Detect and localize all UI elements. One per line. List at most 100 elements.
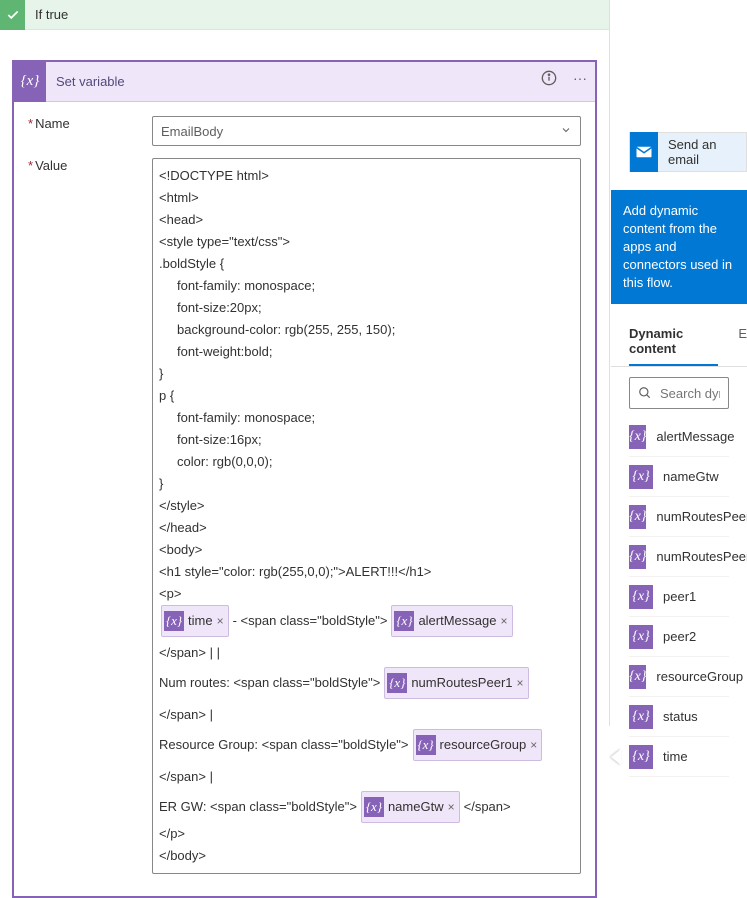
code-line: background-color: rgb(255, 255, 150); [159, 319, 574, 341]
dc-item-resourceGroup[interactable]: {x}resourceGroup [629, 657, 729, 697]
value-row: *Value <!DOCTYPE html> <html> <head> <st… [28, 158, 581, 874]
dc-item-numRoutesPeer2[interactable]: {x}numRoutesPeer2 [629, 537, 729, 577]
fx-icon: {x} [629, 705, 653, 729]
code-line: <p> [159, 583, 574, 605]
dynamic-content-list: {x}alertMessage {x} nameGtw {x}numRoutesP… [629, 417, 729, 777]
name-select-value: EmailBody [161, 124, 223, 139]
name-label-text: Name [35, 116, 70, 131]
token-nameGtw[interactable]: {x}nameGtw× [361, 791, 460, 823]
remove-token-icon[interactable]: × [530, 731, 537, 759]
set-variable-card: {x} Set variable ··· *Name EmailBody [12, 60, 597, 898]
value-label: *Value [28, 158, 152, 173]
text-fragment: Num routes: <span class="boldStyle"> [159, 669, 380, 697]
code-line: <h1 style="color: rgb(255,0,0);">ALERT!!… [159, 561, 574, 583]
text-fragment: </span> | [159, 701, 213, 729]
dc-item-nameGtw[interactable]: {x} nameGtw [629, 457, 729, 497]
token-label: alertMessage [418, 607, 496, 635]
dc-item-numRoutesPeer1[interactable]: {x}numRoutesPeer1 [629, 497, 729, 537]
dc-item-peer1[interactable]: {x} peer1 [629, 577, 729, 617]
search-dynamic-content[interactable] [629, 377, 729, 409]
fx-icon: {x} [629, 665, 646, 689]
card-body: *Name EmailBody *Value <!DOCTYPE html> < [14, 102, 595, 896]
tab-expression[interactable]: E [738, 316, 747, 366]
text-fragment: - <span class="boldStyle"> [233, 607, 388, 635]
main-pane: If true {x} Set variable ··· *Name Email… [0, 0, 610, 726]
dc-item-alertMessage[interactable]: {x}alertMessage [629, 417, 729, 457]
tabs: Dynamic content E [611, 316, 747, 367]
token-label: nameGtw [388, 793, 444, 821]
fx-icon: {x} [629, 745, 653, 769]
remove-token-icon[interactable]: × [500, 607, 507, 635]
check-icon [0, 0, 25, 30]
code-line: font-family: monospace; [159, 275, 574, 297]
send-email-card[interactable]: Send an email [629, 132, 747, 172]
code-line: </style> [159, 495, 574, 517]
code-line: <body> [159, 539, 574, 561]
token-label: resourceGroup [440, 731, 527, 759]
dc-item-time[interactable]: {x}time [629, 737, 729, 777]
dc-item-label: numRoutesPeer1 [656, 509, 747, 524]
fx-icon: {x} [629, 505, 646, 529]
fx-icon: {x} [629, 425, 646, 449]
fx-icon: {x} [14, 62, 46, 102]
dynamic-content-banner: Add dynamic content from the apps and co… [611, 190, 747, 304]
code-line: Resource Group: <span class="boldStyle">… [159, 729, 574, 791]
code-line: color: rgb(0,0,0); [159, 451, 574, 473]
more-icon[interactable]: ··· [573, 70, 587, 89]
dc-item-label: peer1 [663, 589, 696, 604]
chevron-down-icon [560, 124, 572, 139]
token-label: numRoutesPeer1 [411, 669, 512, 697]
dc-item-label: peer2 [663, 629, 696, 644]
token-numRoutesPeer1[interactable]: {x}numRoutesPeer1× [384, 667, 528, 699]
code-line: <!DOCTYPE html> [159, 165, 574, 187]
outlook-icon [630, 132, 658, 172]
code-line: <head> [159, 209, 574, 231]
fx-icon: {x} [387, 673, 407, 693]
dc-item-label: alertMessage [656, 429, 734, 444]
dc-item-peer2[interactable]: {x}peer2 [629, 617, 729, 657]
fx-icon: {x} [629, 585, 653, 609]
search-icon [638, 386, 652, 400]
dc-item-label: nameGtw [663, 469, 719, 484]
card-header[interactable]: {x} Set variable ··· [14, 62, 595, 102]
code-line: ER GW: <span class="boldStyle"> {x}nameG… [159, 791, 574, 823]
fx-icon: {x} [394, 611, 414, 631]
code-line: </p> [159, 823, 574, 845]
text-fragment: Resource Group: <span class="boldStyle"> [159, 731, 409, 759]
code-line: font-size:16px; [159, 429, 574, 451]
code-line: </body> [159, 845, 574, 867]
search-input[interactable] [660, 386, 720, 401]
fx-icon: {x} [164, 611, 184, 631]
card-title: Set variable [46, 74, 125, 89]
condition-true-title: If true [25, 7, 68, 22]
code-line: </head> [159, 517, 574, 539]
code-line: .boldStyle { [159, 253, 574, 275]
remove-token-icon[interactable]: × [517, 669, 524, 697]
code-line: {x}time× - <span class="boldStyle"> {x}a… [159, 605, 574, 667]
info-icon[interactable] [541, 70, 557, 89]
card-actions: ··· [541, 70, 587, 89]
token-label: time [188, 607, 213, 635]
remove-token-icon[interactable]: × [217, 607, 224, 635]
dc-item-label: resourceGroup [656, 669, 743, 684]
token-alertMessage[interactable]: {x}alertMessage× [391, 605, 512, 637]
dc-item-status[interactable]: {x}status [629, 697, 729, 737]
send-email-label: Send an email [658, 133, 746, 171]
fx-icon: {x} [629, 465, 653, 489]
tab-dynamic-content[interactable]: Dynamic content [629, 316, 718, 366]
token-resourceGroup[interactable]: {x}resourceGroup× [413, 729, 543, 761]
remove-token-icon[interactable]: × [448, 793, 455, 821]
code-line: font-family: monospace; [159, 407, 574, 429]
value-label-text: Value [35, 158, 67, 173]
token-time[interactable]: {x}time× [161, 605, 229, 637]
value-editor[interactable]: <!DOCTYPE html> <html> <head> <style typ… [152, 158, 581, 874]
text-fragment: </span> | [159, 763, 213, 791]
text-fragment: </span> [464, 793, 511, 821]
code-line: font-size:20px; [159, 297, 574, 319]
fx-icon: {x} [629, 545, 646, 569]
condition-true-header[interactable]: If true [0, 0, 609, 30]
text-fragment: </span> | | [159, 639, 220, 667]
fx-icon: {x} [364, 797, 384, 817]
name-select[interactable]: EmailBody [152, 116, 581, 146]
side-pane: Send an email Add dynamic content from t… [611, 0, 747, 726]
